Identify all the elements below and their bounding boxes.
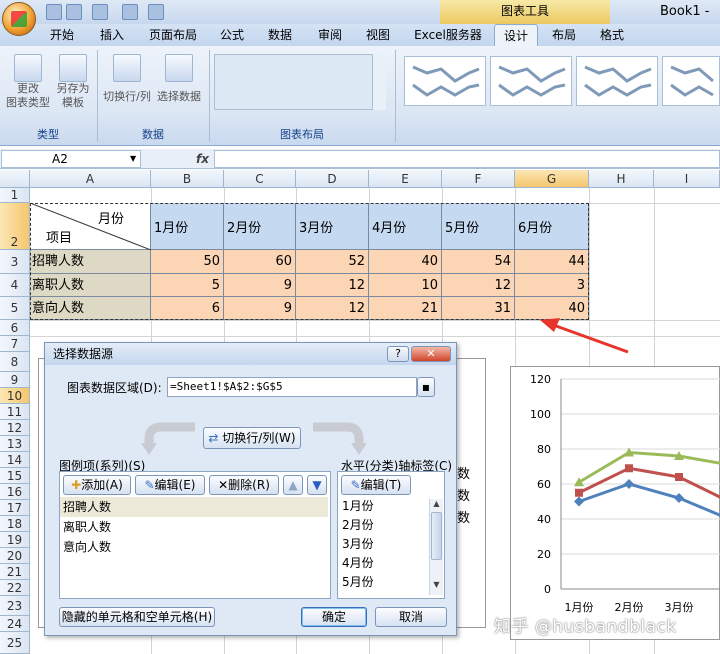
scroll-thumb[interactable] — [431, 512, 442, 560]
move-down-icon[interactable]: ▼ — [307, 475, 327, 495]
curved-arrow-left-icon — [141, 422, 195, 455]
select-data-source-dialog: 选择数据源 ? ✕ 图表数据区域(D): =Sheet1!$A$2:$G$5 ▪… — [44, 342, 457, 636]
move-up-icon[interactable]: ▲ — [283, 475, 303, 495]
category-item[interactable]: 4月份 — [339, 554, 429, 573]
category-list: 1月份 2月份 3月份 4月份 5月份 — [339, 497, 429, 592]
ok-button[interactable]: 确定 — [301, 607, 367, 627]
delete-icon: ✕ — [218, 478, 229, 492]
office-logo-icon — [11, 11, 27, 27]
add-series-button[interactable]: ✚添加(A) — [63, 475, 131, 495]
category-item[interactable]: 1月份 — [339, 497, 429, 516]
edit-axis-labels-button[interactable]: ✎编辑(T) — [341, 475, 411, 495]
office-button[interactable] — [2, 2, 36, 36]
edit-icon: ✎ — [350, 478, 361, 492]
series-item[interactable]: 离职人数 — [60, 517, 328, 537]
delete-series-label: 删除(R) — [228, 478, 270, 492]
add-icon: ✚ — [71, 478, 82, 492]
close-button[interactable]: ✕ — [411, 346, 451, 362]
edit-icon: ✎ — [144, 478, 155, 492]
curved-arrow-right-icon — [313, 422, 367, 455]
red-arrow — [544, 320, 629, 354]
category-item[interactable]: 3月份 — [339, 535, 429, 554]
edit-series-label: 编辑(E) — [154, 478, 196, 492]
add-series-label: 添加(A) — [81, 478, 123, 492]
range-label: 图表数据区域(D): — [67, 381, 162, 395]
red-arrow-head — [540, 318, 560, 332]
series-list: 招聘人数 离职人数 意向人数 — [60, 497, 328, 557]
category-scrollbar[interactable]: ▲ ▼ — [429, 499, 443, 595]
edit-axis-labels-label: 编辑(T) — [360, 478, 402, 492]
delete-series-button[interactable]: ✕删除(R) — [209, 475, 279, 495]
switch-icon: ⇄ — [208, 431, 223, 445]
series-item[interactable]: 意向人数 — [60, 537, 328, 557]
hidden-empty-cells-button[interactable]: 隐藏的单元格和空单元格(H) — [59, 607, 215, 627]
cancel-button[interactable]: 取消 — [375, 607, 447, 627]
help-button[interactable]: ? — [387, 346, 409, 362]
scroll-up-icon[interactable]: ▲ — [430, 499, 443, 508]
edit-series-button[interactable]: ✎编辑(E) — [135, 475, 205, 495]
switch-row-column-dialog-button[interactable]: ⇄ 切换行/列(W) — [203, 427, 301, 449]
switch-row-column-dialog-label: 切换行/列(W) — [222, 431, 296, 445]
range-input[interactable]: =Sheet1!$A$2:$G$5 — [167, 377, 417, 397]
category-item[interactable]: 2月份 — [339, 516, 429, 535]
collapse-dialog-icon[interactable]: ▪ — [417, 377, 435, 397]
category-item[interactable]: 5月份 — [339, 573, 429, 592]
series-item[interactable]: 招聘人数 — [60, 497, 328, 517]
scroll-down-icon[interactable]: ▼ — [430, 580, 443, 589]
